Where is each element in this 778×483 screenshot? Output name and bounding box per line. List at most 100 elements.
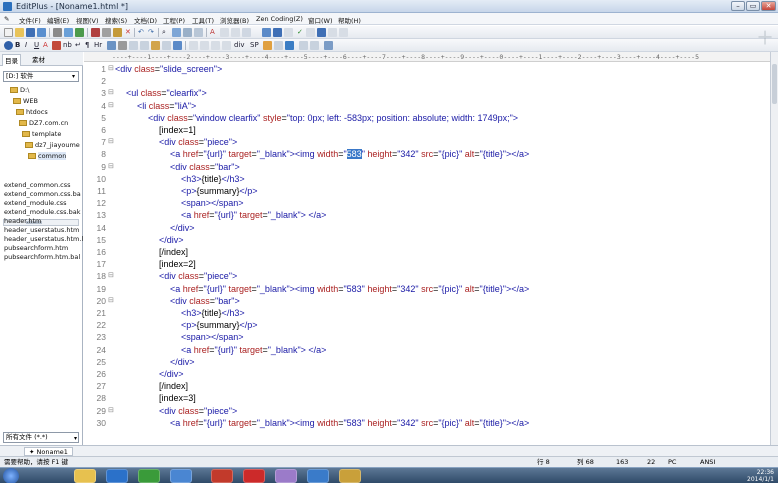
file-item[interactable]: pubsearchform.htm <box>4 244 68 252</box>
browser-preview-icon[interactable] <box>4 41 13 50</box>
font-icon[interactable]: A <box>210 28 215 37</box>
menu-search[interactable]: 搜索(S) <box>105 15 127 25</box>
bold-icon[interactable]: B <box>15 41 20 50</box>
css-icon[interactable] <box>285 41 294 50</box>
folder-item-selected[interactable]: common <box>28 152 67 160</box>
code-line[interactable]: 9 ⊟ <div class="bar"> <box>84 162 770 174</box>
line-break-icon[interactable]: ↵ <box>75 41 81 50</box>
folder-item[interactable]: DZ7.com.cn <box>19 119 68 127</box>
file-item[interactable]: header_userstatus.htm.l <box>4 235 83 243</box>
code-line[interactable]: 10 <h3>{title}</h3> <box>84 174 770 186</box>
fold-toggle-icon[interactable]: ⊟ <box>108 64 114 72</box>
file-item[interactable]: extend_module.css.bak <box>4 208 81 216</box>
code-line[interactable]: 12 <span></span> <box>84 198 770 210</box>
editor-vertical-scrollbar[interactable] <box>770 52 778 445</box>
code-line[interactable]: 11 <p>{summary}</p> <box>84 186 770 198</box>
undo-icon[interactable]: ↶ <box>138 28 144 37</box>
list-icon[interactable] <box>140 41 149 50</box>
save-all-icon[interactable] <box>37 28 46 37</box>
comment-icon[interactable] <box>211 41 220 50</box>
code-line[interactable]: 1 ⊟ <div class="slide_screen"> <box>84 64 770 76</box>
taskbar-app-icon[interactable] <box>170 469 192 483</box>
entity-icon[interactable] <box>274 41 283 50</box>
replace-icon[interactable] <box>172 28 181 37</box>
nbsp-icon[interactable]: nb <box>63 41 72 50</box>
window-tile-icon[interactable] <box>306 28 315 37</box>
code-line[interactable]: 24 <a href="{url}" target="_blank"> </a> <box>84 345 770 357</box>
hr-icon[interactable]: Hr <box>94 41 102 50</box>
check-icon[interactable]: ✓ <box>297 28 303 37</box>
color-icon[interactable] <box>263 41 272 50</box>
code-line[interactable]: 5 <div class="window clearfix" style="top… <box>84 113 770 125</box>
maximize-button[interactable]: ▭ <box>746 1 760 11</box>
open-folder-icon[interactable] <box>15 28 24 37</box>
code-line[interactable]: 13 <a href="{url}" target="_blank"> </a> <box>84 210 770 222</box>
div-icon[interactable] <box>189 41 198 50</box>
tab-directory[interactable]: 目录 <box>2 54 21 66</box>
anchor-icon[interactable] <box>118 41 127 50</box>
code-line[interactable]: 30 <a href="{url}" target="_blank"><img w… <box>84 418 770 430</box>
cliptext-icon[interactable] <box>284 28 293 37</box>
goto-line-icon[interactable] <box>194 28 203 37</box>
code-line[interactable]: 8 <a href="{url}" target="_blank"><img wi… <box>84 149 770 161</box>
menu-view[interactable]: 视图(V) <box>76 15 99 25</box>
code-line[interactable]: 7 ⊟ <div class="piece"> <box>84 137 770 149</box>
code-line[interactable]: 26 </div> <box>84 369 770 381</box>
code-line[interactable]: 19 <a href="{url}" target="_blank"><img w… <box>84 284 770 296</box>
font-color-icon[interactable]: A <box>43 41 48 50</box>
paste-icon[interactable] <box>113 28 122 37</box>
spellcheck-icon[interactable] <box>75 28 84 37</box>
fold-toggle-icon[interactable]: ⊟ <box>108 296 114 304</box>
code-line[interactable]: 27 [/index] <box>84 381 770 393</box>
print-preview-icon[interactable] <box>64 28 73 37</box>
script-icon[interactable] <box>222 41 231 50</box>
code-line[interactable]: 3 ⊟ <ul class="clearfix"> <box>84 88 770 100</box>
folder-item[interactable]: D:\ <box>10 86 29 94</box>
taskbar-browser-icon[interactable] <box>106 469 128 483</box>
code-line[interactable]: 16 [/index] <box>84 247 770 259</box>
fold-toggle-icon[interactable]: ⊟ <box>108 271 114 279</box>
code-line[interactable]: 6 [index=1] <box>84 125 770 137</box>
frame-icon[interactable] <box>162 41 171 50</box>
menu-file[interactable]: 文件(F) <box>19 15 41 25</box>
menu-tools[interactable]: 工具(T) <box>192 15 214 25</box>
menu-document[interactable]: 文档(D) <box>134 15 157 25</box>
find-icon[interactable]: ⌕ <box>162 28 166 37</box>
taskbar-chrome-icon[interactable] <box>138 469 160 483</box>
code-line[interactable]: 22 <p>{summary}</p> <box>84 320 770 332</box>
taskbar-notes-icon[interactable] <box>275 469 297 483</box>
line-number-icon[interactable] <box>242 28 251 37</box>
folder-item[interactable]: dz7_jiayoume <box>25 141 80 149</box>
menu-edit[interactable]: 编辑(E) <box>47 15 69 25</box>
html-toolbar-icon[interactable] <box>273 28 282 37</box>
code-line[interactable]: 29 ⊟ <div class="piece"> <box>84 406 770 418</box>
span-icon[interactable] <box>200 41 209 50</box>
fold-toggle-icon[interactable]: ⊟ <box>108 162 114 170</box>
ruler-icon[interactable] <box>231 28 240 37</box>
column-select-icon[interactable] <box>262 28 271 37</box>
copy-icon[interactable] <box>102 28 111 37</box>
code-line[interactable]: 21 <h3>{title}</h3> <box>84 308 770 320</box>
menu-browser[interactable]: 浏览器(B) <box>220 15 249 25</box>
code-line[interactable]: 18 ⊟ <div class="piece"> <box>84 271 770 283</box>
code-line[interactable]: 28 [index=3] <box>84 393 770 405</box>
find-in-files-icon[interactable] <box>183 28 192 37</box>
file-item[interactable]: extend_module.css <box>4 199 67 207</box>
system-clock[interactable]: 22:36 2014/1/1 <box>747 469 774 483</box>
toolbar-extra-1-icon[interactable] <box>299 41 308 50</box>
redo-icon[interactable]: ↷ <box>148 28 154 37</box>
code-line[interactable]: 23 <span></span> <box>84 332 770 344</box>
file-item[interactable]: extend_common.css.ba <box>4 190 81 198</box>
code-editor[interactable]: ----+----1----+----2----+----3----+----4… <box>84 52 770 445</box>
folder-item[interactable]: htdocs <box>16 108 48 116</box>
folder-item[interactable]: template <box>22 130 61 138</box>
menu-zen-coding[interactable]: Zen Coding(Z) <box>256 15 303 23</box>
drive-select[interactable]: [D:] 软件 ▾ <box>3 71 79 82</box>
menu-project[interactable]: 工程(P) <box>163 15 185 25</box>
highlight-icon[interactable] <box>52 41 61 50</box>
scroll-thumb[interactable] <box>772 64 777 104</box>
image-icon[interactable] <box>107 41 116 50</box>
style-icon[interactable] <box>173 41 182 50</box>
menu-window[interactable]: 窗口(W) <box>308 15 333 25</box>
file-item[interactable]: header_userstatus.htm <box>4 226 79 234</box>
